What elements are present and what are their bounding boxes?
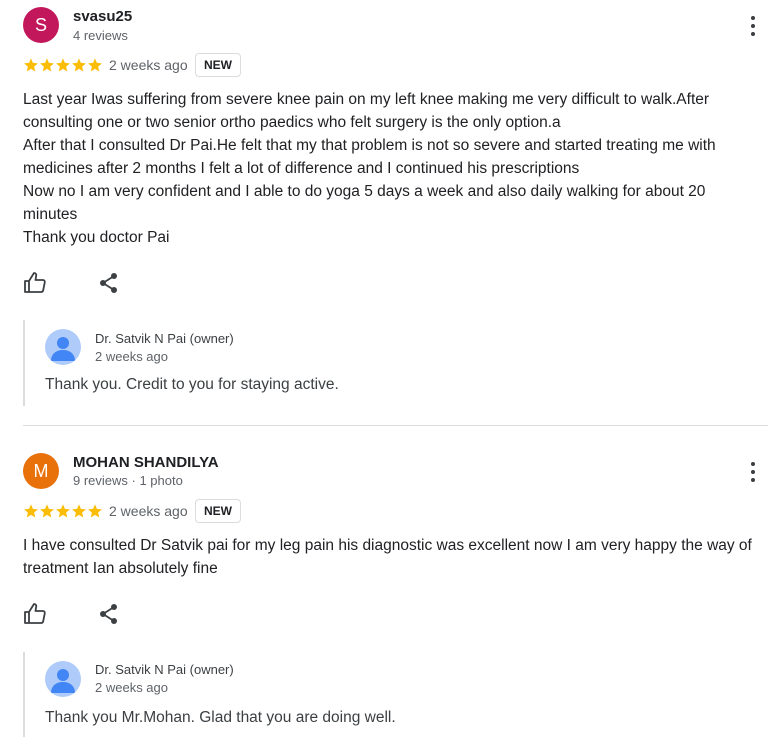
owner-reply-date: 2 weeks ago (95, 349, 168, 364)
more-vert-icon (751, 16, 755, 20)
review-text-line: Thank you doctor Pai (23, 229, 170, 246)
reviewer-name[interactable]: svasu25 (73, 8, 132, 25)
star-icon (56, 58, 70, 72)
new-badge: NEW (195, 53, 241, 77)
star-icon (40, 58, 54, 72)
person-icon (51, 337, 75, 361)
reviewer-avatar[interactable]: M (23, 453, 59, 489)
owner-name[interactable]: Dr. Satvik N Pai (owner) (95, 331, 234, 346)
star-icon (40, 504, 54, 518)
owner-avatar[interactable] (45, 329, 81, 365)
more-vert-dot (751, 32, 755, 36)
star-icon (24, 58, 38, 72)
owner-reply-date: 2 weeks ago (95, 680, 168, 695)
more-options-button[interactable] (743, 14, 763, 38)
owner-avatar[interactable] (45, 661, 81, 697)
more-vert-dot (751, 478, 755, 482)
owner-reply: Dr. Satvik N Pai (owner) 2 weeks ago Tha… (23, 320, 765, 406)
star-icon (72, 504, 86, 518)
star-icon (88, 504, 102, 518)
share-button[interactable] (96, 601, 122, 627)
more-vert-dot (751, 24, 755, 28)
review-text-line: Now no I am very confident and I able to… (23, 183, 706, 223)
reviewer-meta: 9 reviews · 1 photo (73, 473, 183, 488)
reviewer-name[interactable]: MOHAN SHANDILYA (73, 454, 219, 471)
star-icon (24, 504, 38, 518)
review-date: 2 weeks ago (109, 503, 188, 519)
review-date: 2 weeks ago (109, 57, 188, 73)
reviewer-avatar[interactable]: S (23, 7, 59, 43)
star-icon (56, 504, 70, 518)
review-divider (23, 425, 768, 426)
star-rating (23, 57, 103, 73)
like-button[interactable] (22, 270, 48, 296)
more-vert-icon (751, 462, 755, 466)
star-icon (88, 58, 102, 72)
owner-reply: Dr. Satvik N Pai (owner) 2 weeks ago Tha… (23, 652, 765, 737)
owner-reply-text: Thank you. Credit to you for staying act… (45, 376, 339, 393)
person-icon (51, 669, 75, 693)
share-icon (100, 273, 117, 293)
like-button[interactable] (22, 601, 48, 627)
star-rating (23, 503, 103, 519)
owner-name[interactable]: Dr. Satvik N Pai (owner) (95, 662, 234, 677)
reviewer-meta: 4 reviews (73, 28, 128, 43)
review-text-line: Last year Iwas suffering from severe kne… (23, 91, 710, 131)
owner-reply-text: Thank you Mr.Mohan. Glad that you are do… (45, 709, 396, 726)
review-text: Last year Iwas suffering from severe kne… (23, 88, 763, 249)
review-text-line: I have consulted Dr Satvik pai for my le… (23, 537, 752, 577)
star-icon (72, 58, 86, 72)
review-text: I have consulted Dr Satvik pai for my le… (23, 534, 763, 580)
review-text-line: After that I consulted Dr Pai.He felt th… (23, 137, 716, 177)
review-card: M MOHAN SHANDILYA 9 reviews · 1 photo 2 … (0, 446, 768, 737)
review-card: S svasu25 4 reviews 2 weeks ago NEW Last… (0, 0, 768, 420)
thumb-up-icon (24, 272, 46, 293)
thumb-up-icon (24, 603, 46, 624)
share-icon (100, 604, 117, 624)
more-options-button[interactable] (743, 460, 763, 484)
share-button[interactable] (96, 270, 122, 296)
new-badge: NEW (195, 499, 241, 523)
more-vert-dot (751, 470, 755, 474)
